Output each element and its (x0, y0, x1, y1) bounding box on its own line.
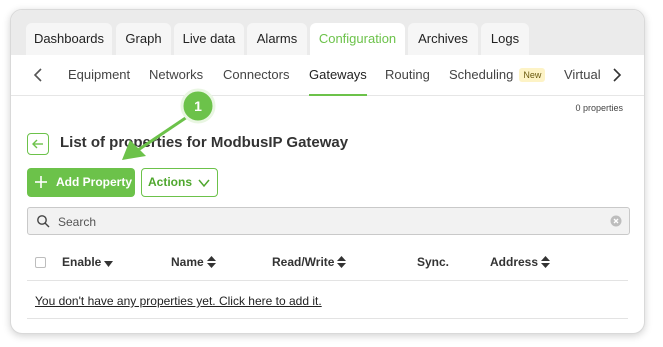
add-property-label: Add Property (56, 175, 133, 189)
search-input[interactable] (56, 211, 600, 233)
column-sync: Sync. (417, 255, 450, 269)
subnav-item-networks[interactable]: Networks (149, 55, 203, 95)
column-read-write-label: Read/Write (272, 255, 335, 269)
tab-configuration[interactable]: Configuration (310, 23, 405, 55)
subnav-item-equipment[interactable]: Equipment (68, 55, 130, 95)
column-enable-label: Enable (62, 255, 102, 269)
top-tab-bar: Dashboards Graph Live data Alarms Config… (11, 10, 644, 55)
subnav-item-routing[interactable]: Routing (385, 55, 430, 95)
select-all-checkbox[interactable] (35, 257, 46, 268)
empty-state-link[interactable]: You don't have any properties yet. Click… (35, 294, 322, 308)
column-address-label: Address (490, 255, 539, 269)
search-box (27, 207, 630, 235)
tab-graph[interactable]: Graph (116, 23, 171, 55)
subnav-item-gateways[interactable]: Gateways (309, 55, 367, 96)
chevron-down-icon (198, 179, 210, 188)
column-enable[interactable]: Enable (62, 244, 114, 280)
caret-down-icon (104, 261, 114, 267)
chevron-left-icon[interactable] (31, 67, 47, 83)
subnav-item-connectors[interactable]: Connectors (223, 55, 289, 95)
sort-icon (337, 256, 347, 268)
tab-dashboards[interactable]: Dashboards (26, 23, 112, 55)
column-name[interactable]: Name (171, 244, 216, 280)
tab-archives[interactable]: Archives (408, 23, 478, 55)
add-property-button[interactable]: Add Property (27, 168, 135, 197)
subnav-item-virtual[interactable]: Virtual (564, 55, 601, 95)
sub-navigation: Equipment Networks Connectors Gateways R… (11, 55, 644, 96)
app-window: Dashboards Graph Live data Alarms Config… (10, 9, 645, 334)
subnav-item-scheduling[interactable]: Scheduling New (449, 55, 546, 95)
tab-alarms[interactable]: Alarms (247, 23, 307, 55)
tab-logs[interactable]: Logs (481, 23, 529, 55)
arrow-left-icon (32, 139, 43, 149)
column-address[interactable]: Address (490, 244, 551, 280)
property-count: 0 properties (575, 103, 623, 113)
sort-icon (541, 256, 551, 268)
actions-dropdown[interactable]: Actions (141, 168, 218, 197)
table-divider (27, 318, 628, 319)
new-badge: New (519, 68, 546, 82)
clear-icon[interactable] (610, 215, 622, 227)
column-read-write[interactable]: Read/Write (272, 244, 347, 280)
table-header: Enable Name Read/Write Sync. Address (27, 244, 628, 281)
plus-icon (35, 176, 47, 188)
subnav-item-scheduling-label: Scheduling (449, 67, 514, 82)
tab-live-data[interactable]: Live data (174, 23, 244, 55)
page-title: List of properties for ModbusIP Gateway (60, 134, 349, 151)
chevron-right-icon[interactable] (608, 67, 624, 83)
column-name-label: Name (171, 255, 204, 269)
actions-label: Actions (148, 175, 193, 189)
back-button[interactable] (27, 133, 49, 155)
sort-icon (206, 256, 216, 268)
step-number: 1 (194, 98, 202, 114)
search-icon (37, 215, 50, 228)
